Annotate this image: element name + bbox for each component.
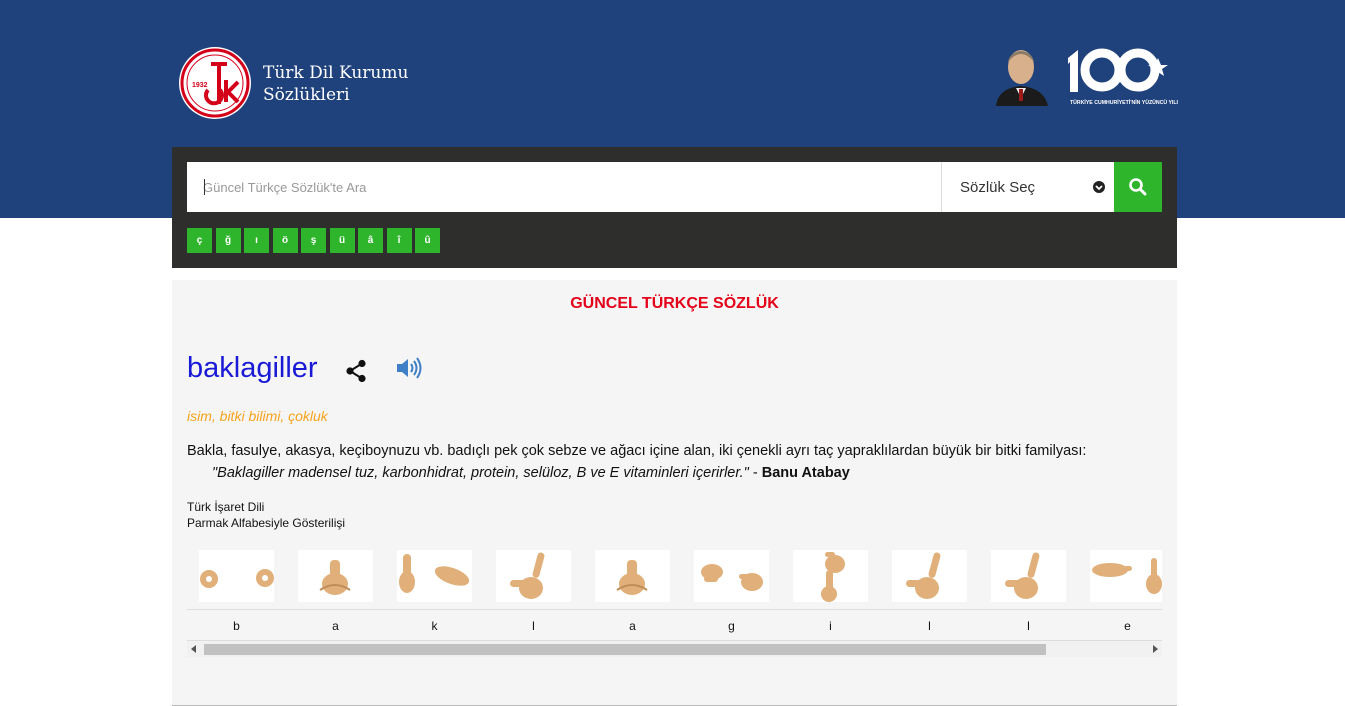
sign-cell: b	[187, 548, 286, 640]
sign-letter: l	[532, 619, 535, 633]
hand-sign-l-icon	[510, 552, 545, 599]
hand-sign-i-icon	[821, 552, 845, 602]
example-sentence: "Baklagiller madensel tuz, karbonhidrat,…	[212, 465, 850, 481]
sign-letter: e	[1124, 619, 1131, 633]
example-separator: -	[748, 465, 762, 481]
char-button-a-circumflex[interactable]: â	[358, 228, 383, 253]
finger-alphabet-strip: b a k l a g i l l e	[187, 548, 1162, 646]
hand-sign-image	[991, 550, 1066, 602]
part-of-speech: isim, bitki bilimi, çokluk	[187, 408, 328, 424]
tdk-logo[interactable]: 1932	[178, 46, 252, 120]
centennial-caption: TÜRKİYE CUMHURİYETİ'NİN YÜZÜNCÜ YILI	[1070, 99, 1179, 106]
definition-text: Bakla, fasulye, akasya, keçiboynuzu vb. …	[187, 443, 1087, 459]
brand-line-2: Sözlükleri	[263, 85, 350, 105]
sign-cell: i	[781, 548, 880, 640]
search-panel: Sözlük Seç ç ğ ı ö ş ü â î û	[172, 147, 1177, 268]
result-panel: GÜNCEL TÜRKÇE SÖZLÜK baklagiller isim, b…	[172, 280, 1177, 706]
portrait-image	[988, 42, 1054, 106]
sign-letter: a	[332, 619, 339, 633]
logo-year: 1932	[192, 82, 208, 89]
dictionary-title: GÜNCEL TÜRKÇE SÖZLÜK	[570, 295, 779, 312]
char-button-g-breve[interactable]: ğ	[215, 228, 241, 253]
divider	[187, 609, 1162, 610]
char-button-dotless-i[interactable]: ı	[244, 228, 269, 253]
sign-cell: k	[385, 548, 484, 640]
centennial-logo: TÜRKİYE CUMHURİYETİ'NİN YÜZÜNCÜ YILI	[1068, 48, 1179, 106]
sign-letter: k	[431, 619, 438, 633]
search-button[interactable]	[1114, 162, 1162, 212]
share-icon[interactable]	[345, 359, 367, 383]
hand-sign-a-icon	[319, 560, 351, 595]
hand-sign-e-icon	[1092, 558, 1162, 594]
example-text: "Baklagiller madensel tuz, karbonhidrat,…	[212, 465, 749, 481]
hand-sign-image	[298, 550, 373, 602]
sign-cell: g	[682, 548, 781, 640]
char-button-u-circumflex[interactable]: û	[415, 228, 440, 253]
sign-cell: e	[1078, 548, 1162, 640]
sign-cell: l	[979, 548, 1078, 640]
hand-sign-k-icon	[399, 554, 470, 593]
chevron-down-icon	[1093, 181, 1105, 193]
hand-sign-image	[793, 550, 868, 602]
sign-letter: i	[829, 619, 832, 633]
char-button-s-cedilla[interactable]: ş	[301, 228, 326, 253]
hand-sign-l-icon	[1005, 552, 1040, 599]
speaker-icon[interactable]	[396, 357, 422, 379]
brand-line-1: Türk Dil Kurumu	[263, 63, 409, 83]
scroll-left-arrow-icon[interactable]	[191, 645, 196, 653]
hand-sign-g-icon	[701, 564, 763, 591]
dictionary-select-label: Sözlük Seç	[960, 179, 1036, 196]
sign-cell: l	[484, 548, 583, 640]
scroll-right-arrow-icon[interactable]	[1153, 645, 1158, 653]
hand-sign-image	[595, 550, 670, 602]
sign-letter: g	[728, 619, 735, 633]
search-icon	[1129, 178, 1147, 196]
hand-sign-l-icon	[906, 552, 941, 599]
hand-sign-image	[694, 550, 769, 602]
finger-alphabet-label: Parmak Alfabesiyle Gösterilişi	[187, 516, 346, 530]
sign-cell: a	[583, 548, 682, 640]
hand-sign-b-icon	[200, 569, 274, 588]
sign-language-section: Türk İşaret Dili Parmak Alfabesiyle Göst…	[187, 499, 345, 531]
brand-title[interactable]: Türk Dil Kurumu Sözlükleri	[263, 62, 408, 106]
sign-letter: b	[233, 619, 240, 633]
sign-cell: l	[880, 548, 979, 640]
entry-word: baklagiller	[187, 352, 318, 384]
search-input[interactable]	[187, 162, 942, 212]
hand-sign-a-icon	[616, 560, 648, 595]
example-author: Banu Atabay	[761, 465, 850, 481]
char-button-c-cedilla[interactable]: ç	[187, 228, 212, 253]
hand-sign-image	[397, 550, 472, 602]
sign-language-label: Türk İşaret Dili	[187, 500, 265, 514]
text-cursor	[204, 179, 205, 195]
sign-letter: l	[928, 619, 931, 633]
horizontal-scrollbar[interactable]	[187, 641, 1162, 657]
sign-letter: l	[1027, 619, 1030, 633]
sign-cell: a	[286, 548, 385, 640]
char-button-u-umlaut[interactable]: ü	[329, 228, 355, 253]
char-button-o-umlaut[interactable]: ö	[272, 228, 298, 253]
hand-sign-image	[496, 550, 571, 602]
dictionary-select[interactable]: Sözlük Seç	[941, 162, 1114, 212]
special-char-bar: ç ğ ı ö ş ü â î û	[187, 228, 444, 253]
hand-sign-image	[892, 550, 967, 602]
hand-sign-image	[199, 550, 274, 602]
sign-letter: a	[629, 619, 636, 633]
char-button-i-circumflex[interactable]: î	[386, 228, 412, 253]
scrollbar-thumb[interactable]	[204, 644, 1046, 655]
hand-sign-image	[1090, 550, 1162, 602]
